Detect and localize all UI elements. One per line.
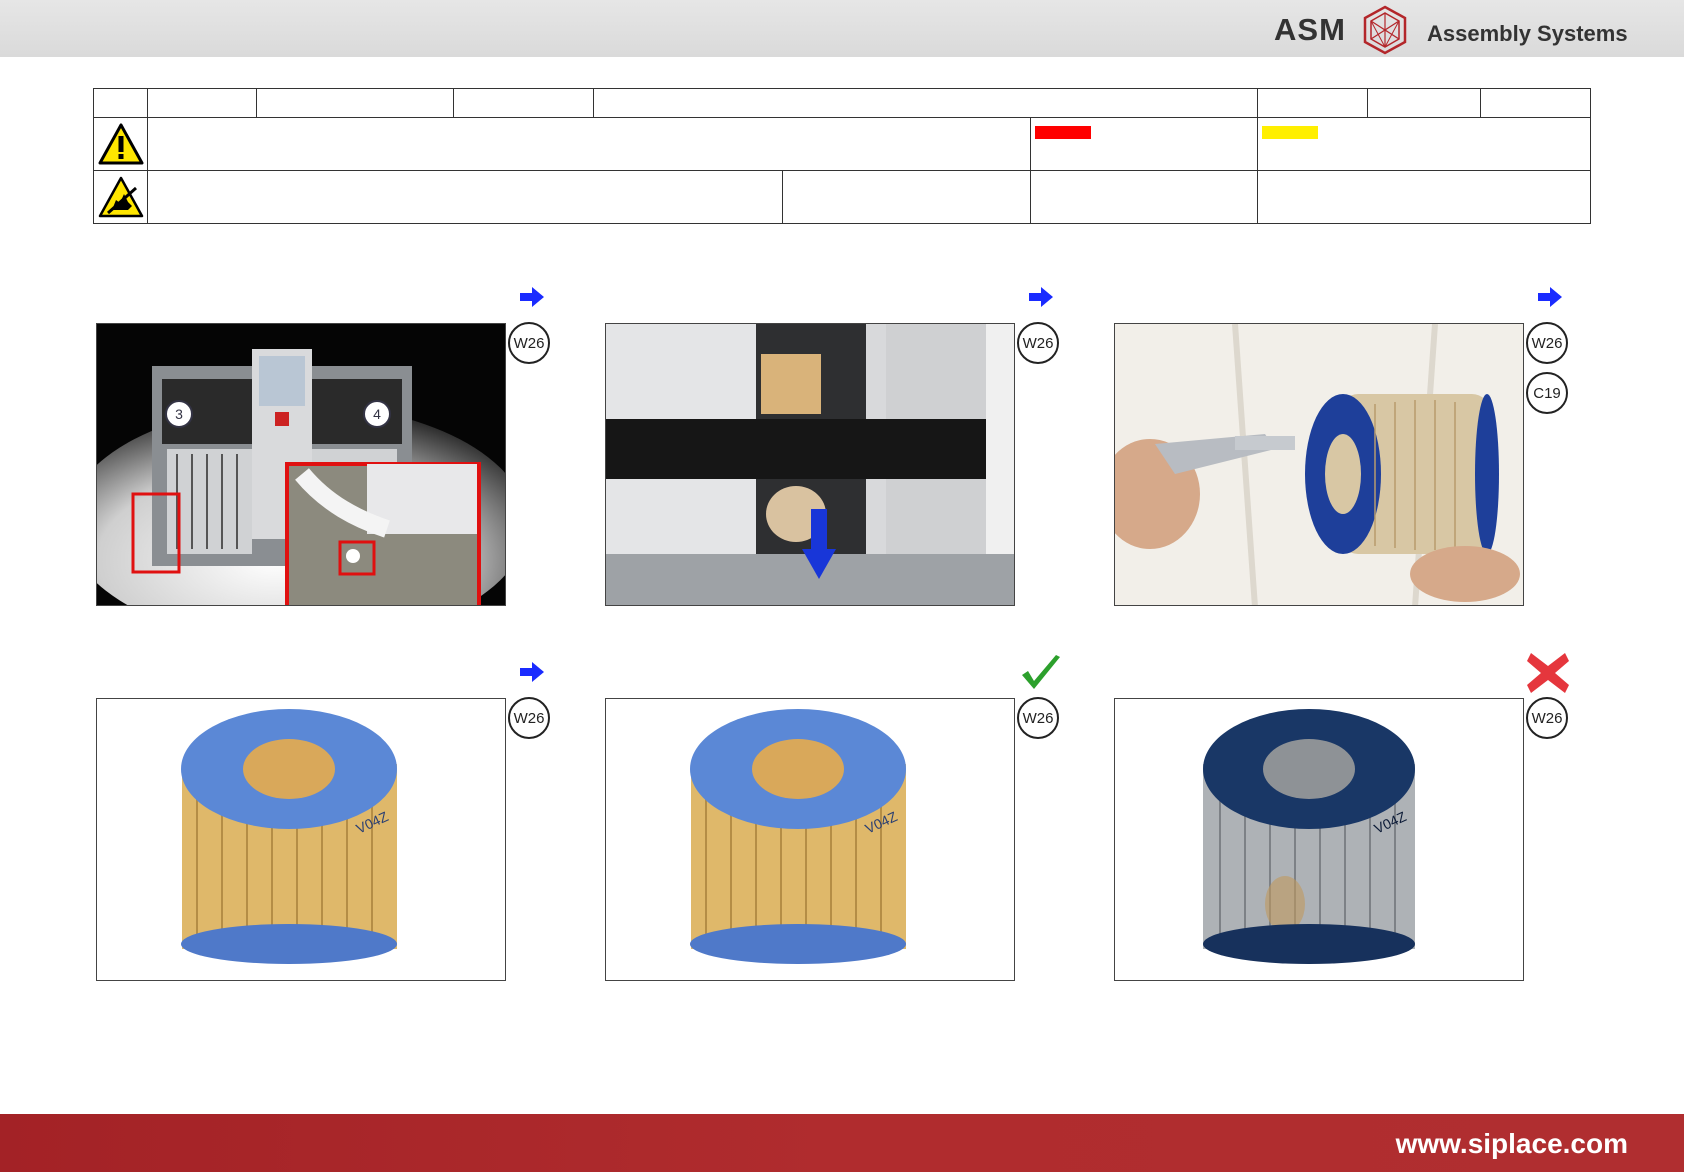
esd-icon-cell [92, 170, 149, 224]
svg-text:3: 3 [175, 406, 183, 422]
meta-cell [1367, 88, 1481, 118]
esd-hand-icon [98, 176, 143, 218]
tool-badge: W26 [1017, 322, 1059, 364]
step-image-machine: 3 4 [96, 323, 506, 606]
step-image-filter-dirty: V04Z [1114, 698, 1524, 981]
red-cross-icon [1527, 653, 1569, 693]
yellow-marker [1261, 126, 1318, 139]
blue-arrow-icon [1538, 287, 1562, 307]
step-image-filter-clean: V04Z [96, 698, 506, 981]
esd-text-cell [147, 170, 784, 224]
tool-badge: W26 [508, 697, 550, 739]
footer-url[interactable]: www.siplace.com [1396, 1128, 1628, 1160]
svg-text:4: 4 [373, 406, 381, 422]
logo-text: ASM [1274, 12, 1346, 47]
meta-cell [147, 88, 258, 118]
tool-badge: W26 [1017, 697, 1059, 739]
tool-badge: W26 [508, 322, 550, 364]
tool-badge: W26 [1526, 322, 1568, 364]
blue-arrow-icon [520, 287, 544, 307]
meta-cell [453, 88, 594, 118]
footer-bar: www.siplace.com [0, 1114, 1684, 1172]
asm-hexagon-logo-icon [1363, 5, 1407, 55]
red-marker [1034, 126, 1091, 139]
tool-badge: W26 [1526, 697, 1568, 739]
warning-text-cell [147, 117, 1031, 171]
warning-icon-cell [92, 117, 149, 171]
warning-triangle-icon [98, 123, 144, 165]
esd-cell-4 [1256, 170, 1592, 224]
meta-cell [1479, 88, 1592, 118]
meta-cell [256, 88, 455, 118]
header-bar: ASM Assembly Systems [0, 0, 1684, 57]
step-image-filter-removal [605, 323, 1015, 606]
meta-cell [1256, 88, 1369, 118]
hazard-yellow-cell [1256, 117, 1592, 171]
meta-cell [92, 88, 149, 118]
esd-cell-2 [782, 170, 1031, 224]
step-image-air-gun [1114, 323, 1524, 606]
tool-badge: C19 [1526, 372, 1568, 414]
logo-tagline: Assembly Systems [1427, 21, 1628, 46]
blue-arrow-icon [520, 662, 544, 682]
blue-arrow-icon [1029, 287, 1053, 307]
meta-cell [592, 88, 1258, 118]
esd-cell-3 [1029, 170, 1258, 224]
step-image-filter-ok: V04Z [605, 698, 1015, 981]
green-check-icon [1022, 655, 1060, 689]
hazard-red-cell [1029, 117, 1258, 171]
metadata-table [92, 88, 1592, 224]
